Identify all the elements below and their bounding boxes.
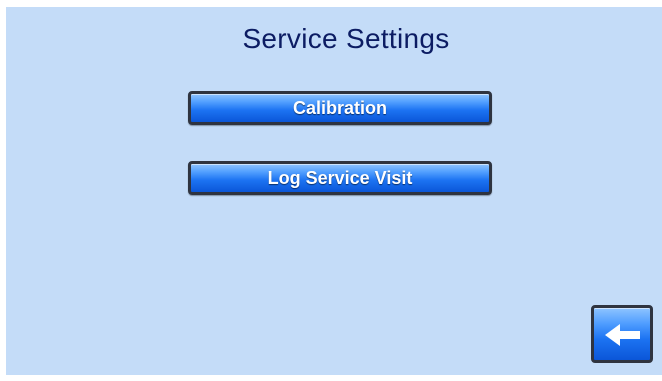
service-settings-screen: Service Settings Calibration Log Service… — [6, 7, 662, 375]
left-arrow-icon — [605, 324, 640, 346]
log-service-visit-button[interactable]: Log Service Visit — [188, 161, 492, 195]
calibration-button[interactable]: Calibration — [188, 91, 492, 125]
log-service-visit-button-label: Log Service Visit — [267, 168, 413, 188]
back-button[interactable] — [591, 305, 653, 363]
calibration-button-label: Calibration — [292, 98, 387, 118]
page-title: Service Settings — [242, 23, 450, 54]
